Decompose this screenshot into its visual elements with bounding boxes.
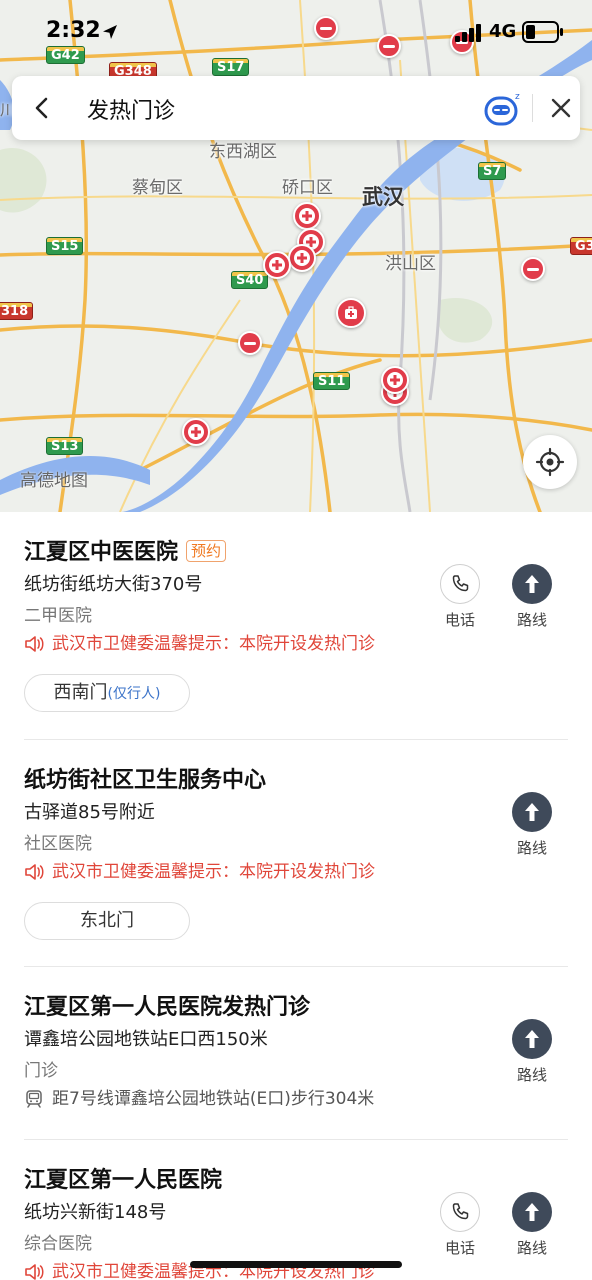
locate-me-button[interactable] — [523, 435, 577, 489]
network-type: 4G — [489, 21, 517, 42]
result-notice: 武汉市卫健委温馨提示：本院开设发热门诊 — [24, 632, 568, 656]
result-metro-info: 距7号线谭鑫培公园地铁站(E口)步行304米 — [24, 1087, 568, 1111]
search-divider — [532, 94, 533, 122]
hospital-pin[interactable] — [381, 366, 409, 394]
closed-marker-icon[interactable] — [238, 331, 262, 355]
speaker-icon — [25, 864, 44, 880]
close-icon[interactable] — [548, 95, 574, 121]
hospital-pin[interactable] — [293, 202, 321, 230]
result-actions: 电话 路线 — [424, 1192, 568, 1258]
route-button[interactable]: 路线 — [496, 792, 568, 858]
route-button[interactable]: 路线 — [496, 1019, 568, 1085]
medical-kit-pin[interactable] — [336, 298, 366, 328]
result-actions: 路线 — [496, 792, 568, 858]
route-button[interactable]: 路线 — [496, 564, 568, 630]
result-list: 江夏区中医医院 预约 纸坊街纸坊大街370号 二甲医院 武汉市卫健委温馨提示：本院… — [0, 512, 592, 1280]
road-shield-g3: G3 — [570, 237, 592, 255]
map-label-qiaokou: 硚口区 — [282, 178, 333, 198]
road-shield-s7: S7 — [478, 162, 507, 180]
hospital-pin[interactable] — [288, 244, 316, 272]
entrance-chip[interactable]: 西南门(仅行人) — [24, 674, 190, 712]
route-arrow-icon — [525, 575, 539, 593]
search-bar[interactable]: 发热门诊 z — [12, 76, 580, 140]
map-label-dongxihu: 东西湖区 — [209, 142, 277, 162]
road-shield-318: 318 — [0, 302, 34, 320]
result-type: 社区医院 — [24, 834, 92, 854]
route-arrow-icon — [525, 1030, 539, 1048]
route-arrow-icon — [525, 1203, 539, 1221]
back-arrow-icon[interactable] — [28, 94, 56, 122]
route-arrow-icon — [525, 803, 539, 821]
result-address: 古驿道85号附近 — [24, 802, 155, 823]
result-notice: 武汉市卫健委温馨提示：本院开设发热门诊 — [24, 860, 568, 884]
map-label-wuhan: 武汉 — [362, 185, 404, 209]
reservation-badge[interactable]: 预约 — [186, 540, 227, 562]
map-logo: 高德地图 — [20, 471, 88, 491]
hospital-pin[interactable] — [182, 418, 210, 446]
phone-icon — [452, 1203, 469, 1220]
map-view[interactable]: 东西湖区 蔡甸区 硚口区 武汉 洪山区 G42 G348 S17 S7 G3 S… — [0, 0, 592, 512]
speaker-icon — [25, 1264, 44, 1280]
result-actions: 电话 路线 — [424, 564, 568, 630]
route-label: 路线 — [516, 1066, 547, 1084]
result-card[interactable]: 纸坊街社区卫生服务中心 古驿道85号附近 社区医院 武汉市卫健委温馨提示：本院开… — [24, 740, 568, 967]
phone-button[interactable]: 电话 — [424, 1192, 496, 1258]
result-card[interactable]: 江夏区第一人民医院 纸坊兴新街148号 综合医院 武汉市卫健委温馨提示：本院开设… — [24, 1140, 568, 1280]
home-indicator[interactable] — [190, 1261, 402, 1268]
result-actions: 路线 — [496, 1019, 568, 1085]
road-shield-s11: S11 — [313, 372, 351, 390]
entrance-chip[interactable]: 东北门 — [24, 902, 190, 940]
result-address: 谭鑫培公园地铁站E口西150米 — [24, 1029, 268, 1050]
crosshair-icon — [535, 447, 565, 477]
phone-label: 电话 — [444, 611, 475, 629]
phone-label: 电话 — [444, 1239, 475, 1257]
subway-icon — [26, 1090, 42, 1108]
closed-marker-icon[interactable] — [521, 257, 545, 281]
battery-icon — [522, 21, 563, 43]
result-type: 门诊 — [24, 1061, 58, 1081]
route-label: 路线 — [516, 839, 547, 857]
screen: 东西湖区 蔡甸区 硚口区 武汉 洪山区 G42 G348 S17 S7 G3 S… — [0, 0, 592, 1280]
hospital-pin[interactable] — [263, 251, 291, 279]
road-shield-s13: S13 — [46, 437, 84, 455]
voice-assistant-icon[interactable]: z — [482, 89, 524, 127]
road-shield-s15: S15 — [46, 237, 84, 255]
result-title[interactable]: 纸坊街社区卫生服务中心 — [24, 766, 568, 796]
signal-icon — [455, 24, 481, 42]
svg-text:z: z — [515, 92, 520, 102]
location-arrow-icon — [103, 25, 117, 39]
map-label-hongshan: 洪山区 — [385, 254, 436, 274]
status-bar: 2:32 4G — [0, 0, 592, 64]
result-card[interactable]: 江夏区中医医院 预约 纸坊街纸坊大街370号 二甲医院 武汉市卫健委温馨提示：本院… — [24, 512, 568, 740]
result-card[interactable]: 江夏区第一人民医院发热门诊 谭鑫培公园地铁站E口西150米 门诊 距7号线谭鑫培… — [24, 967, 568, 1140]
road-shield-s40: S40 — [231, 271, 269, 289]
phone-icon — [452, 575, 469, 592]
status-time: 2:32 — [46, 18, 101, 43]
map-label-caidian: 蔡甸区 — [132, 178, 183, 198]
result-title[interactable]: 江夏区第一人民医院发热门诊 — [24, 993, 568, 1023]
route-label: 路线 — [516, 611, 547, 629]
route-button[interactable]: 路线 — [496, 1192, 568, 1258]
route-label: 路线 — [516, 1239, 547, 1257]
speaker-icon — [25, 636, 44, 652]
search-query[interactable]: 发热门诊 — [87, 93, 175, 125]
phone-button[interactable]: 电话 — [424, 564, 496, 630]
